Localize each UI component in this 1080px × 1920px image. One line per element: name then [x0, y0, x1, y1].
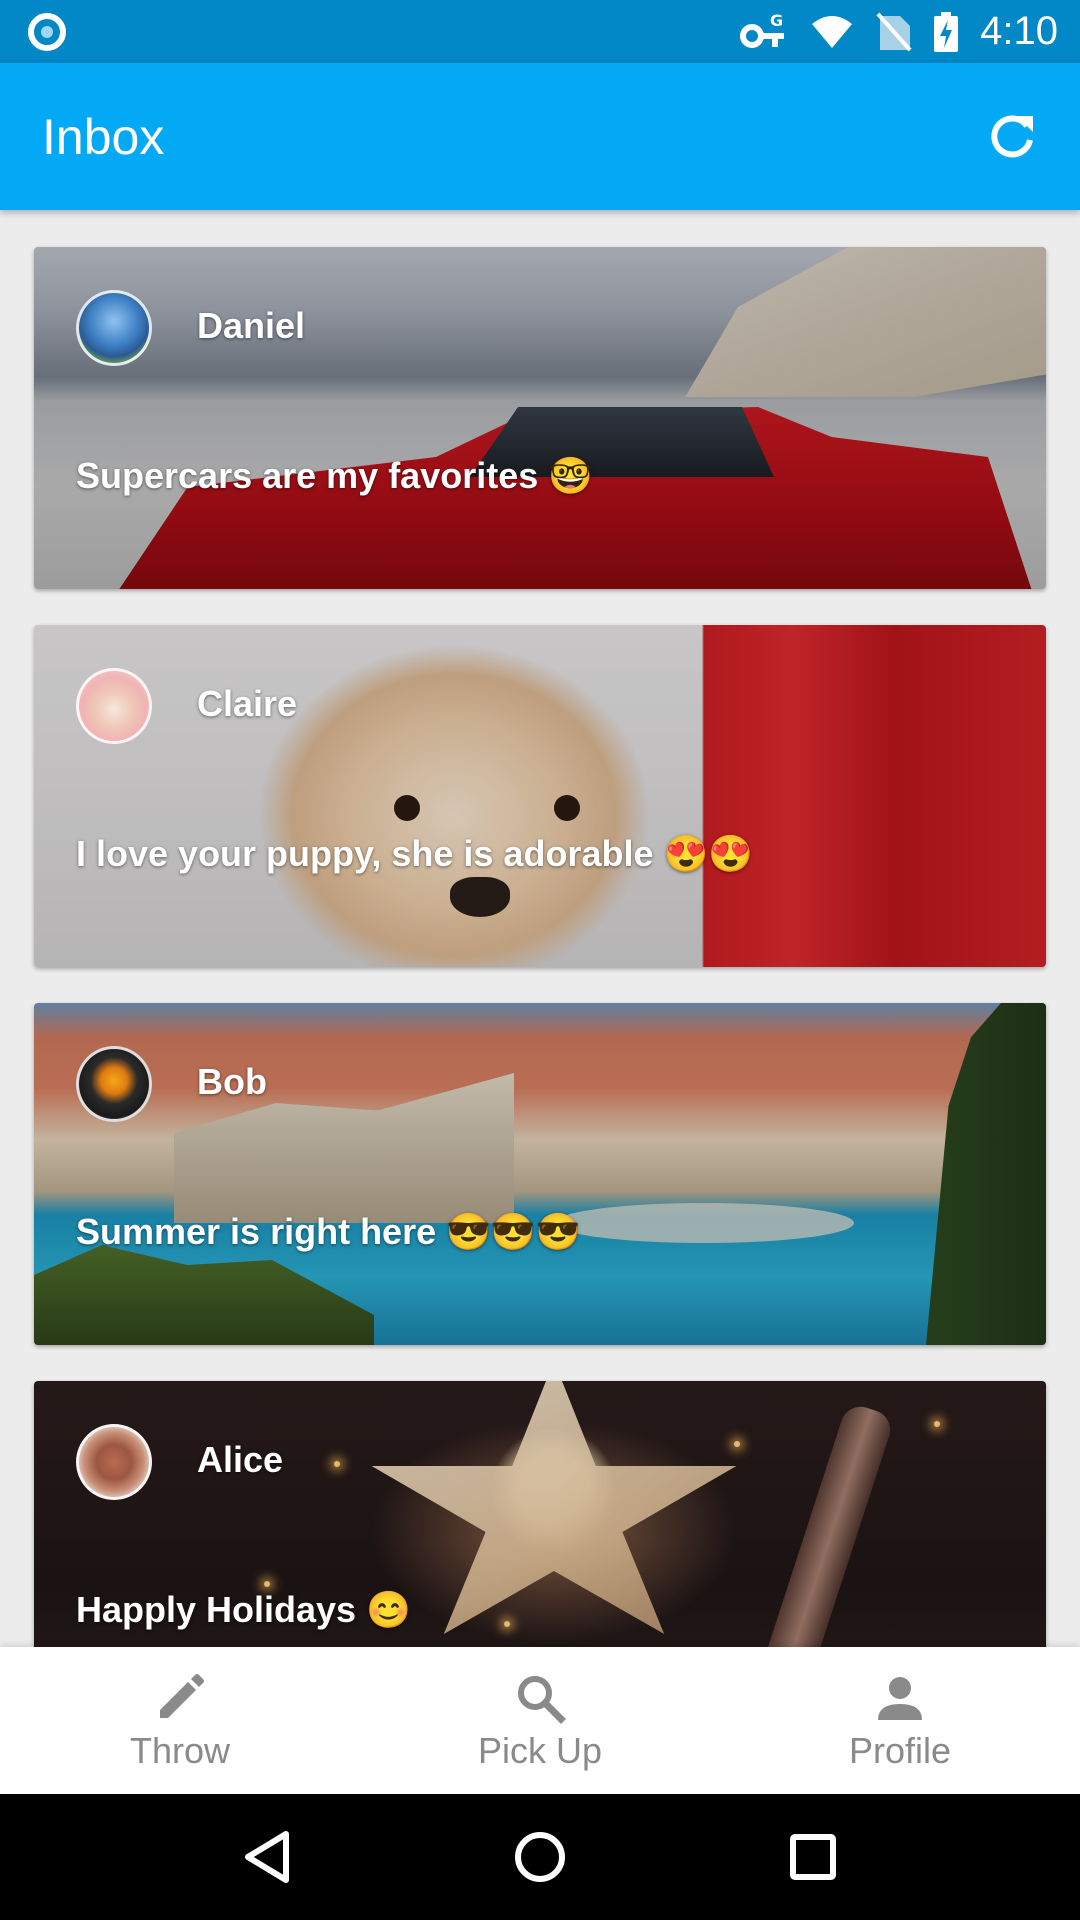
nav-pick-up[interactable]: Pick Up — [360, 1647, 720, 1794]
system-navigation-bar — [0, 1794, 1080, 1920]
recents-square-icon — [790, 1834, 837, 1880]
nav-throw[interactable]: Throw — [0, 1647, 360, 1794]
svg-text:G: G — [770, 12, 783, 30]
app-bar: Inbox — [0, 63, 1080, 210]
home-circle-icon — [514, 1832, 565, 1882]
avatar — [76, 290, 152, 366]
message-card[interactable]: Daniel Supercars are my favorites 🤓 — [34, 247, 1046, 589]
vpn-key-icon: G — [740, 12, 785, 48]
message-text: Supercars are my favorites 🤓 — [76, 455, 594, 496]
avatar — [76, 1424, 152, 1500]
back-triangle-icon — [244, 1831, 289, 1883]
message-text: I love your puppy, she is adorable 😍😍 — [76, 833, 754, 874]
back-button[interactable] — [227, 1817, 307, 1897]
sender-name: Alice — [197, 1439, 284, 1480]
pencil-icon — [152, 1670, 208, 1726]
search-icon — [512, 1670, 568, 1726]
wifi-icon — [812, 15, 853, 48]
sender-name: Bob — [197, 1061, 267, 1102]
page-title: Inbox — [42, 108, 165, 165]
message-card[interactable]: Alice Happly Holidays 😊 — [34, 1381, 1046, 1647]
nav-label: Throw — [129, 1729, 231, 1771]
nav-profile[interactable]: Profile — [720, 1647, 1080, 1794]
message-text: Summer is right here 😎😎😎 — [76, 1211, 581, 1252]
message-text: Happly Holidays 😊 — [76, 1589, 411, 1630]
person-icon — [872, 1670, 928, 1726]
clock: 4:10 — [980, 9, 1058, 53]
refresh-button[interactable] — [980, 105, 1044, 169]
notification-dot-icon — [28, 12, 66, 51]
inbox-list: Daniel Supercars are my favorites 🤓 Clai… — [0, 210, 1080, 1647]
avatar — [76, 668, 152, 744]
message-card[interactable]: Bob Summer is right here 😎😎😎 — [34, 1003, 1046, 1345]
no-sim-icon — [876, 12, 912, 51]
message-card[interactable]: Claire I love your puppy, she is adorabl… — [34, 625, 1046, 967]
recents-button[interactable] — [773, 1817, 853, 1897]
sender-name: Claire — [197, 683, 298, 724]
status-bar: G 4:10 — [0, 0, 1080, 63]
bottom-navigation: Throw Pick Up Profile — [0, 1647, 1080, 1794]
nav-label: Pick Up — [477, 1729, 603, 1771]
battery-charging-icon — [934, 11, 959, 52]
sender-name: Daniel — [197, 305, 306, 346]
avatar — [76, 1046, 152, 1122]
refresh-icon — [991, 114, 1033, 157]
nav-label: Profile — [848, 1729, 952, 1771]
home-button[interactable] — [500, 1817, 580, 1897]
